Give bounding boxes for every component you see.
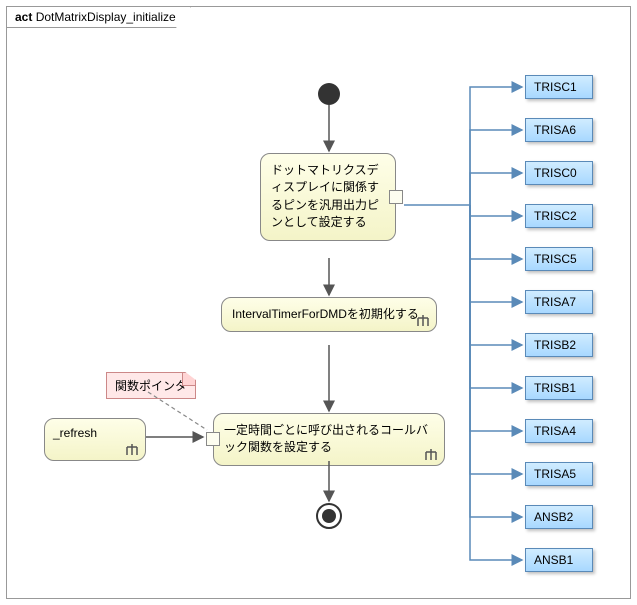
rake-icon [424,449,438,461]
output-pin [389,190,403,204]
ref-ansb1: ANSB1 [525,548,593,572]
frame-title-tab: act DotMatrixDisplay_initialize [7,7,191,28]
ref-ansb2: ANSB2 [525,505,593,529]
ref-trisa4: TRISA4 [525,419,593,443]
frame-prefix: act [15,10,32,24]
activity-init-timer: IntervalTimerForDMDを初期化する [221,297,437,332]
rake-icon [125,444,139,456]
ref-trisc1: TRISC1 [525,75,593,99]
ref-trisb1: TRISB1 [525,376,593,400]
activity-label: _refresh [53,426,97,440]
note-function-pointer: 関数ポインタ [106,372,196,399]
activity-label: ドットマトリクスディスプレイに関係するピンを汎用出力ピンとして設定する [271,163,379,229]
activity-configure-pins: ドットマトリクスディスプレイに関係するピンを汎用出力ピンとして設定する [260,153,396,241]
input-pin [206,432,220,446]
activity-refresh: _refresh [44,418,146,461]
ref-trisb2: TRISB2 [525,333,593,357]
ref-trisc5: TRISC5 [525,247,593,271]
activity-label: IntervalTimerForDMDを初期化する [232,307,419,321]
activity-label: 一定時間ごとに呼び出されるコールバック関数を設定する [224,423,428,454]
ref-trisc0: TRISC0 [525,161,593,185]
initial-node [318,83,340,105]
ref-trisa7: TRISA7 [525,290,593,314]
rake-icon [416,315,430,327]
frame-title: DotMatrixDisplay_initialize [36,10,176,24]
ref-trisa5: TRISA5 [525,462,593,486]
ref-trisc2: TRISC2 [525,204,593,228]
note-text: 関数ポインタ [115,379,187,393]
ref-trisa6: TRISA6 [525,118,593,142]
activity-set-callback: 一定時間ごとに呼び出されるコールバック関数を設定する [213,413,445,466]
final-node [316,503,342,529]
